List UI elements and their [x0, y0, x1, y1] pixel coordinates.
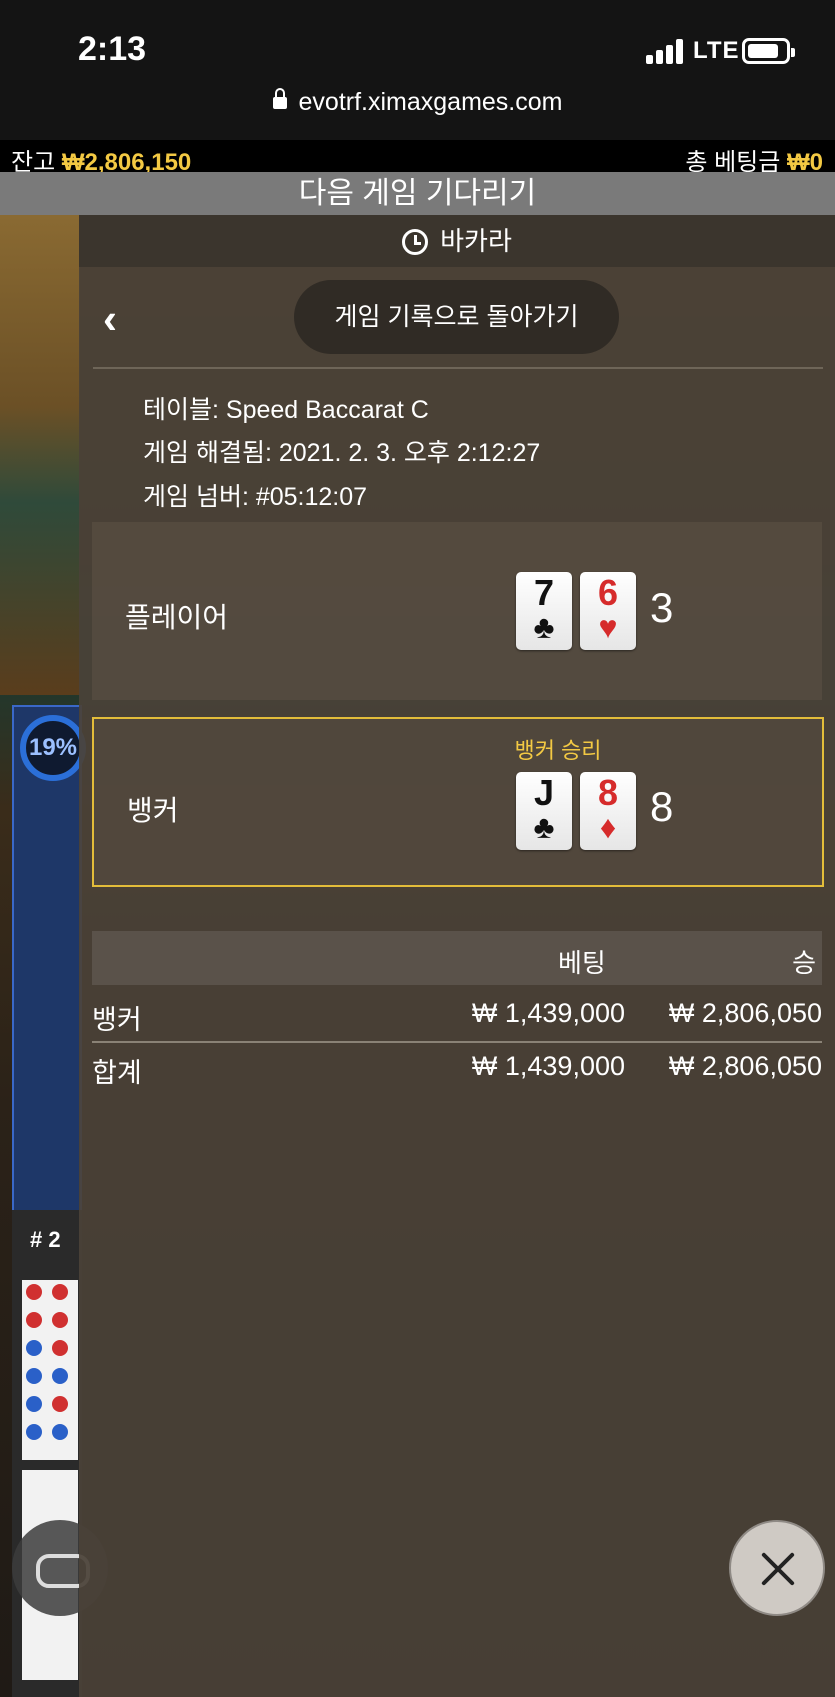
battery-icon: [742, 38, 795, 64]
game-history-panel: 바카라 ‹ 게임 기록으로 돌아가기 테이블: Speed Baccarat C…: [79, 215, 835, 1697]
diamond-icon: ♦: [599, 809, 617, 845]
card-rank: J: [533, 772, 555, 813]
player-result-row: 플레이어 7 ♣ 6 ♥ 3: [92, 522, 822, 700]
bets-table-header: 베팅 승: [92, 931, 822, 985]
club-icon: ♣: [533, 609, 555, 645]
info-resolved: 게임 해결됨: 2021. 2. 3. 오후 2:12:27: [143, 439, 541, 467]
signal-icon: [646, 38, 686, 64]
player-label: 플레이어: [125, 602, 229, 633]
banker-result-row: 뱅커 승리 뱅커 J ♣ 8 ♦ 8: [92, 717, 824, 887]
table-row: 뱅커 ₩ 1,439,000 ₩ 2,806,050: [92, 990, 822, 1038]
status-time: 2:13: [78, 30, 147, 68]
info-table: 테이블: Speed Baccarat C: [143, 396, 429, 424]
win-amount: ₩ 2,806,050: [668, 1051, 822, 1081]
player-score: 3: [650, 584, 674, 631]
banker-card-2: 8 ♦: [580, 772, 636, 850]
header-bet: 베팅: [558, 948, 606, 978]
back-to-history-button[interactable]: 게임 기록으로 돌아가기: [294, 280, 619, 354]
heart-icon: ♥: [598, 609, 618, 645]
bet-name: 합계: [92, 1058, 142, 1088]
history-icon: [402, 229, 429, 255]
banker-score: 8: [650, 783, 674, 830]
info-game-number: 게임 넘버: #05:12:07: [143, 483, 368, 511]
header-win: 승: [792, 948, 816, 978]
banker-win-label: 뱅커 승리: [514, 738, 602, 763]
wait-banner: 다음 게임 기다리기: [0, 172, 835, 215]
bet-name: 뱅커: [92, 1005, 142, 1035]
dealer-video: [0, 215, 80, 695]
network-type: LTE: [693, 37, 740, 64]
bet-amount: ₩ 1,439,000: [471, 1051, 625, 1081]
banker-card-1: J ♣: [516, 772, 572, 850]
card-rank: 6: [597, 572, 619, 613]
player-card-2: 6 ♥: [580, 572, 636, 650]
panel-header: 바카라: [79, 215, 835, 267]
win-amount: ₩ 2,806,050: [668, 998, 822, 1028]
balance-bar: 잔고 ₩2,806,150 총 베팅금 ₩0: [0, 140, 835, 176]
table-row: 합계 ₩ 1,439,000 ₩ 2,806,050: [92, 1043, 822, 1091]
divider: [93, 367, 823, 369]
club-icon: ♣: [533, 809, 555, 845]
url-text: evotrf.ximaxgames.com: [298, 88, 563, 116]
bead-road: [22, 1280, 78, 1460]
card-rank: 7: [533, 572, 555, 613]
close-button[interactable]: [729, 1520, 825, 1616]
lock-icon: [272, 88, 287, 109]
road-label: # 2: [30, 1227, 61, 1252]
player-bet-spot[interactable]: [12, 705, 82, 1245]
status-bar: 2:13 LTE evotrf.ximaxgames.com: [0, 0, 835, 140]
panel-title: 바카라: [440, 226, 512, 256]
address-bar[interactable]: evotrf.ximaxgames.com: [0, 88, 835, 117]
timer-ring: 19%: [20, 715, 86, 781]
chevron-left-icon[interactable]: ‹: [103, 298, 143, 340]
bet-amount: ₩ 1,439,000: [471, 998, 625, 1028]
card-rank: 8: [597, 772, 619, 813]
player-card-1: 7 ♣: [516, 572, 572, 650]
banker-label: 뱅커: [127, 795, 179, 826]
road-map: [12, 1210, 82, 1697]
